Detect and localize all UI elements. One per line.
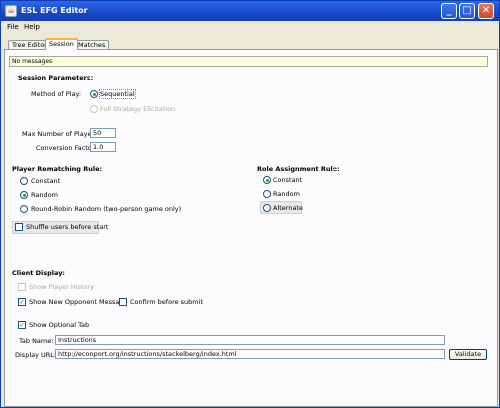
full-strategy-label: Full Strategy Elicitation bbox=[100, 105, 176, 113]
display-url-field[interactable]: http://econport.org/instructions/stackel… bbox=[55, 349, 445, 359]
menu-file[interactable]: File bbox=[7, 23, 19, 31]
message-bar: No messages bbox=[9, 56, 488, 67]
role-constant-radio[interactable] bbox=[263, 176, 271, 184]
show-optional-tab-checkbox[interactable]: ✓ bbox=[18, 321, 26, 329]
app-window: ☕ ESL EFG Editor _ □ ✕ File Help Tree Ed… bbox=[0, 0, 500, 408]
menu-bar: File Help bbox=[1, 21, 499, 34]
maximize-icon[interactable]: □ bbox=[459, 3, 475, 19]
confirm-label[interactable]: Confirm before submit bbox=[130, 298, 203, 306]
title-bar[interactable]: ☕ ESL EFG Editor _ □ ✕ bbox=[1, 1, 499, 21]
shuffle-label[interactable]: Shuffle users before start bbox=[26, 223, 108, 231]
confirm-checkbox[interactable] bbox=[119, 298, 127, 306]
session-parameters-heading: Session Parameters: bbox=[18, 74, 94, 82]
player-rematching-heading: Player Rematching Rule: bbox=[12, 165, 103, 173]
conversion-factor-field[interactable]: 1.0 bbox=[90, 142, 116, 152]
separator bbox=[89, 78, 487, 79]
rematch-constant-label[interactable]: Constant bbox=[31, 177, 60, 185]
role-alternate-radio[interactable] bbox=[263, 204, 271, 212]
max-players-label: Max Number of Players: bbox=[22, 130, 100, 138]
show-history-label: Show Player History bbox=[29, 283, 95, 291]
display-url-label: Display URL: bbox=[15, 351, 57, 359]
close-icon[interactable]: ✕ bbox=[478, 3, 494, 19]
tab-name-field[interactable]: Instructions bbox=[55, 335, 445, 345]
role-constant-label[interactable]: Constant bbox=[273, 176, 302, 184]
role-assignment-heading: Role Assignment Rule: bbox=[257, 165, 340, 173]
client-display-heading: Client Display: bbox=[12, 269, 66, 277]
separator bbox=[333, 169, 487, 170]
role-random-radio[interactable] bbox=[263, 190, 271, 198]
role-alternate-label[interactable]: Alternate bbox=[273, 204, 303, 212]
rematch-random-radio[interactable] bbox=[20, 191, 28, 199]
tab-session[interactable]: Session bbox=[45, 38, 78, 50]
rematch-round-robin-radio[interactable] bbox=[20, 205, 28, 213]
menu-help[interactable]: Help bbox=[24, 23, 40, 31]
validate-button[interactable]: Validate bbox=[449, 349, 487, 360]
method-of-play-label: Method of Play: bbox=[31, 90, 82, 98]
separator bbox=[100, 169, 242, 170]
tab-name-label: Tab Name: bbox=[19, 337, 54, 345]
separator bbox=[63, 273, 487, 274]
rematch-round-robin-label[interactable]: Round-Robin Random (two-person game only… bbox=[31, 205, 181, 213]
full-strategy-radio[interactable] bbox=[90, 105, 98, 113]
role-random-label[interactable]: Random bbox=[273, 190, 300, 198]
minimize-icon[interactable]: _ bbox=[441, 3, 457, 19]
app-icon: ☕ bbox=[5, 5, 17, 17]
sequential-label[interactable]: Sequential bbox=[99, 89, 136, 99]
rematch-random-label[interactable]: Random bbox=[31, 191, 58, 199]
sequential-radio[interactable] bbox=[90, 90, 98, 98]
shuffle-checkbox[interactable] bbox=[15, 223, 23, 231]
conversion-factor-label: Conversion Factor: bbox=[36, 144, 97, 152]
window-title: ESL EFG Editor bbox=[21, 6, 88, 15]
max-players-field[interactable]: 50 bbox=[90, 128, 116, 138]
show-optional-tab-label[interactable]: Show Optional Tab bbox=[29, 321, 89, 329]
show-opponent-checkbox[interactable]: ✓ bbox=[18, 298, 26, 306]
show-opponent-label[interactable]: Show New Opponent Message bbox=[29, 298, 128, 306]
rematch-constant-radio[interactable] bbox=[20, 177, 28, 185]
show-history-checkbox[interactable] bbox=[18, 283, 26, 291]
